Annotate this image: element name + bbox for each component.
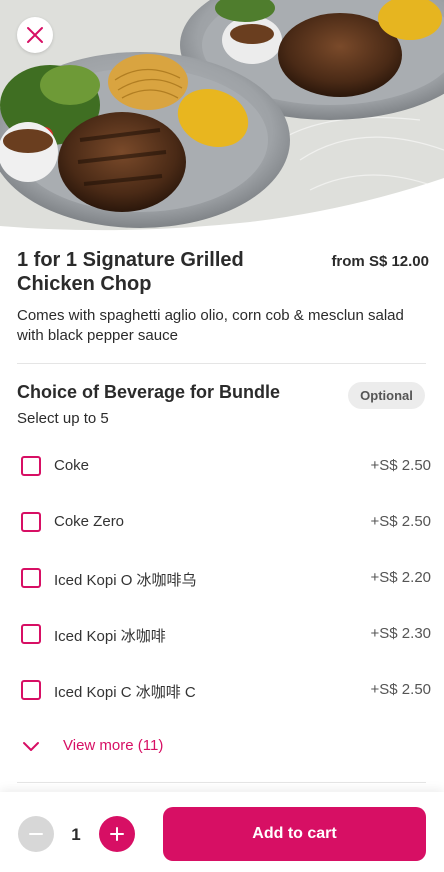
item-description: Comes with spaghetti aglio olio, corn co… bbox=[17, 307, 404, 344]
item-title: 1 for 1 Signature Grilled Chicken Chop bbox=[17, 249, 244, 295]
increase-quantity-button[interactable] bbox=[99, 816, 135, 852]
option-label: Iced Kopi O 冰咖啡乌 bbox=[54, 572, 197, 589]
divider bbox=[17, 363, 426, 364]
option-price: +S$ 2.50 bbox=[370, 457, 431, 474]
option-label: Iced Kopi 冰咖啡 bbox=[54, 628, 166, 645]
chevron-down-icon bbox=[23, 742, 39, 751]
close-icon bbox=[27, 27, 43, 43]
option-iced-kopi[interactable]: Iced Kopi 冰咖啡 +S$ 2.30 bbox=[0, 606, 444, 662]
option-iced-kopi-o[interactable]: Iced Kopi O 冰咖啡乌 +S$ 2.20 bbox=[0, 550, 444, 606]
optional-badge: Optional bbox=[348, 382, 425, 409]
option-coke[interactable]: Coke +S$ 2.50 bbox=[0, 438, 444, 494]
checkbox[interactable] bbox=[21, 456, 41, 476]
close-button[interactable] bbox=[17, 17, 53, 53]
plus-icon bbox=[110, 827, 124, 841]
option-iced-kopi-c[interactable]: Iced Kopi C 冰咖啡 C +S$ 2.50 bbox=[0, 662, 444, 718]
checkbox[interactable] bbox=[21, 568, 41, 588]
food-photo bbox=[0, 0, 444, 236]
option-price: +S$ 2.30 bbox=[370, 625, 431, 642]
option-label: Coke bbox=[54, 457, 90, 474]
option-price: +S$ 2.50 bbox=[370, 513, 431, 530]
add-to-cart-button[interactable]: Add to cart bbox=[163, 807, 426, 861]
option-coke-zero[interactable]: Coke Zero +S$ 2.50 bbox=[0, 494, 444, 550]
decrease-quantity-button[interactable] bbox=[18, 816, 54, 852]
option-label: Coke Zero bbox=[54, 513, 125, 530]
option-price: +S$ 2.20 bbox=[370, 569, 431, 586]
minus-icon bbox=[29, 833, 43, 835]
item-price: from S$ 12.00 bbox=[331, 253, 429, 270]
option-price: +S$ 2.50 bbox=[370, 681, 431, 698]
checkbox[interactable] bbox=[21, 680, 41, 700]
checkbox[interactable] bbox=[21, 624, 41, 644]
item-hero-image bbox=[0, 0, 444, 236]
cart-bar: 1 Add to cart bbox=[0, 792, 444, 872]
section-title: Choice of Beverage for Bundle bbox=[17, 382, 281, 402]
option-label: Iced Kopi C 冰咖啡 C bbox=[54, 684, 196, 701]
view-more-label: View more (11) bbox=[63, 737, 164, 754]
view-more-button[interactable]: View more (11) bbox=[21, 726, 221, 766]
divider bbox=[17, 782, 426, 783]
quantity-value: 1 bbox=[71, 825, 81, 844]
section-subtitle: Select up to 5 bbox=[17, 410, 109, 427]
checkbox[interactable] bbox=[21, 512, 41, 532]
